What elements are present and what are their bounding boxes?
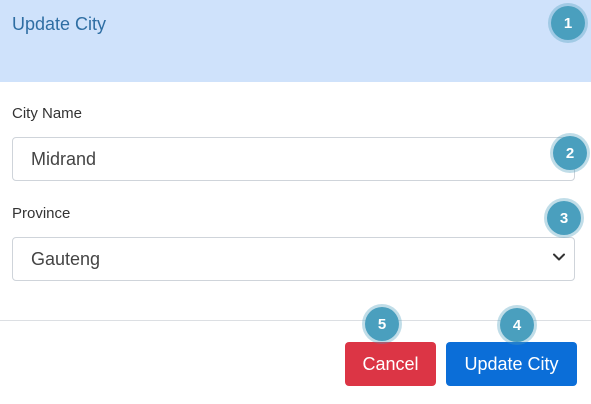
province-label: Province [12,205,71,222]
province-select[interactable]: Gauteng [12,237,575,281]
update-city-button[interactable]: Update City [446,342,577,386]
modal-header: Update City [0,0,591,82]
update-city-modal: Update City City Name Midrand Province G… [0,0,591,404]
callout-badge-3: 3 [547,201,581,235]
province-selected-value: Gauteng [31,249,101,269]
cancel-button[interactable]: Cancel [345,342,436,386]
callout-badge-2: 2 [553,136,587,170]
callout-badge-4: 4 [500,308,534,342]
modal-title: Update City [12,14,107,34]
chevron-down-icon [553,253,565,261]
city-name-value: Midrand [31,149,97,169]
callout-badge-5: 5 [365,307,399,341]
city-name-input[interactable]: Midrand [12,137,575,181]
city-name-label: City Name [12,105,83,122]
callout-badge-1: 1 [551,6,585,40]
